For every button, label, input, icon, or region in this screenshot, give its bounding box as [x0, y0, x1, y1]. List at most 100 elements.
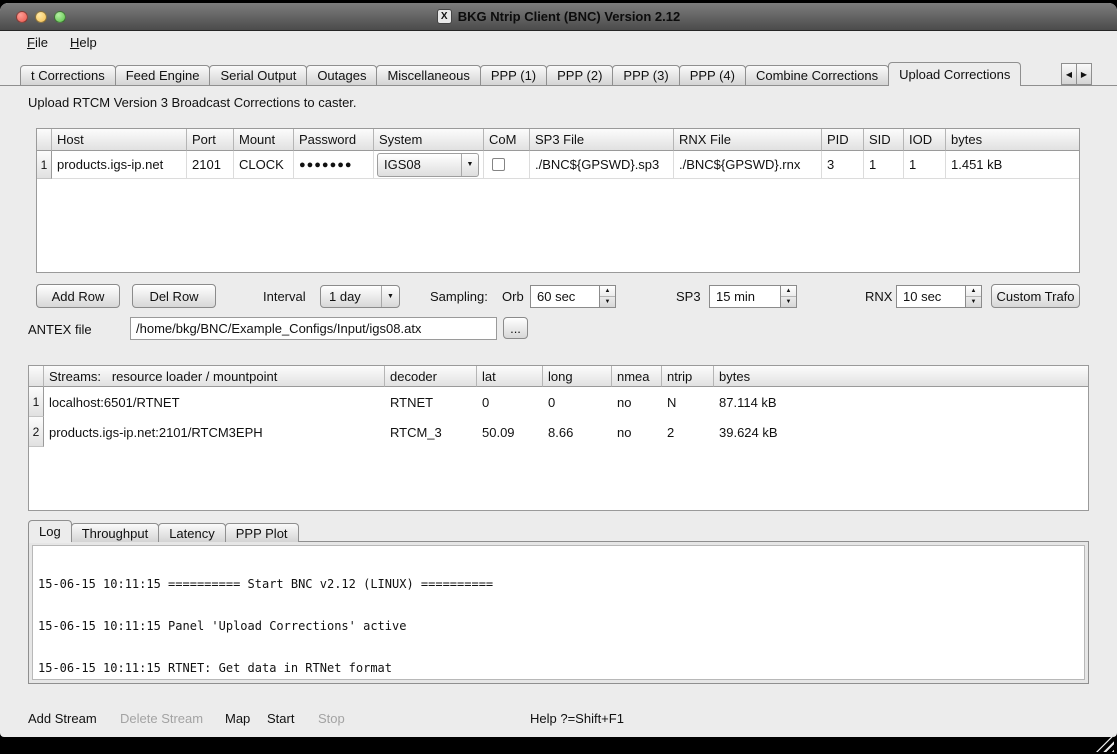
top-tab-bar: t Corrections Feed Engine Serial Output … — [20, 62, 1020, 85]
start-button[interactable]: Start — [267, 705, 294, 731]
title-wrap: X BKG Ntrip Client (BNC) Version 2.12 — [437, 9, 680, 24]
corner-header — [37, 129, 52, 151]
column-header-iod[interactable]: IOD — [904, 129, 946, 151]
spin-down-icon[interactable]: ▼ — [781, 297, 796, 307]
custom-trafo-button[interactable]: Custom Trafo — [991, 284, 1080, 308]
iod-cell[interactable]: 1 — [904, 151, 946, 179]
column-header-ntrip[interactable]: ntrip — [662, 366, 714, 387]
tab-outages[interactable]: Outages — [306, 65, 377, 85]
nmea-cell[interactable]: no — [612, 417, 662, 447]
spin-down-icon[interactable]: ▼ — [600, 297, 615, 307]
add-stream-button[interactable]: Add Stream — [28, 705, 97, 731]
tab-ppp-1[interactable]: PPP (1) — [480, 65, 547, 85]
ntrip-cell[interactable]: 2 — [662, 417, 714, 447]
antex-file-input[interactable]: /home/bkg/BNC/Example_Configs/Input/igs0… — [130, 317, 497, 340]
tab-miscellaneous[interactable]: Miscellaneous — [376, 65, 480, 85]
tab-log[interactable]: Log — [28, 520, 72, 542]
lat-cell[interactable]: 50.09 — [477, 417, 543, 447]
mountpoint-cell[interactable]: localhost:6501/RTNET — [44, 387, 385, 417]
sp3-file-cell[interactable]: ./BNC${GPSWD}.sp3 — [530, 151, 674, 179]
row-number[interactable]: 1 — [37, 151, 52, 179]
password-cell[interactable]: ●●●●●●● — [294, 151, 374, 179]
column-header-bytes[interactable]: bytes — [714, 366, 1088, 387]
column-header-decoder[interactable]: decoder — [385, 366, 477, 387]
delete-stream-button: Delete Stream — [120, 705, 203, 731]
column-header-com[interactable]: CoM — [484, 129, 530, 151]
spin-up-icon[interactable]: ▲ — [966, 286, 981, 297]
row-number[interactable]: 1 — [29, 387, 44, 417]
column-header-rnx-file[interactable]: RNX File — [674, 129, 822, 151]
tab-throughput[interactable]: Throughput — [71, 523, 160, 542]
tab-serial-output[interactable]: Serial Output — [209, 65, 307, 85]
long-cell[interactable]: 0 — [543, 387, 612, 417]
menu-help[interactable]: Help — [61, 33, 106, 52]
menu-file[interactable]: File — [18, 33, 57, 52]
add-row-button[interactable]: Add Row — [36, 284, 120, 308]
log-frame: 15-06-15 10:11:15 ========== Start BNC v… — [28, 541, 1089, 684]
title-bar[interactable]: X BKG Ntrip Client (BNC) Version 2.12 — [0, 3, 1117, 31]
column-header-bytes[interactable]: bytes — [946, 129, 1079, 151]
del-row-button[interactable]: Del Row — [132, 284, 216, 308]
column-header-long[interactable]: long — [543, 366, 612, 387]
spin-down-icon[interactable]: ▼ — [966, 297, 981, 307]
app-window: X BKG Ntrip Client (BNC) Version 2.12 Fi… — [0, 3, 1117, 737]
log-output[interactable]: 15-06-15 10:11:15 ========== Start BNC v… — [32, 545, 1085, 680]
decoder-cell[interactable]: RTNET — [385, 387, 477, 417]
decoder-cell[interactable]: RTCM_3 — [385, 417, 477, 447]
column-header-pid[interactable]: PID — [822, 129, 864, 151]
mount-cell[interactable]: CLOCK — [234, 151, 294, 179]
interval-combobox[interactable]: 1 day ▼ — [320, 285, 400, 308]
tab-scroll-right-button[interactable]: ▶ — [1076, 63, 1092, 85]
pid-cell[interactable]: 3 — [822, 151, 864, 179]
column-header-mountpoint[interactable]: Streams: resource loader / mountpoint — [44, 366, 385, 387]
bottom-tab-bar: Log Throughput Latency PPP Plot — [28, 520, 298, 542]
tab-ppp-plot[interactable]: PPP Plot — [225, 523, 299, 542]
nmea-cell[interactable]: no — [612, 387, 662, 417]
tab-upload-corrections[interactable]: Upload Corrections — [888, 62, 1021, 85]
column-header-system[interactable]: System — [374, 129, 484, 151]
interval-value: 1 day — [321, 289, 381, 304]
column-header-mount[interactable]: Mount — [234, 129, 294, 151]
tab-broadcast-corrections[interactable]: t Corrections — [20, 65, 116, 85]
row-number[interactable]: 2 — [29, 417, 44, 447]
spin-up-icon[interactable]: ▲ — [781, 286, 796, 297]
ntrip-cell[interactable]: N — [662, 387, 714, 417]
tab-ppp-4[interactable]: PPP (4) — [679, 65, 746, 85]
column-header-port[interactable]: Port — [187, 129, 234, 151]
minimize-button[interactable] — [35, 11, 47, 23]
spin-buttons: ▲ ▼ — [599, 286, 615, 307]
tab-latency[interactable]: Latency — [158, 523, 226, 542]
host-cell[interactable]: products.igs-ip.net — [52, 151, 187, 179]
tab-combine-corrections[interactable]: Combine Corrections — [745, 65, 889, 85]
column-header-nmea[interactable]: nmea — [612, 366, 662, 387]
tab-ppp-3[interactable]: PPP (3) — [612, 65, 679, 85]
rnx-sampling-spinbox[interactable]: 10 sec ▲ ▼ — [896, 285, 982, 308]
system-combobox[interactable]: IGS08 ▼ — [377, 153, 479, 177]
column-header-lat[interactable]: lat — [477, 366, 543, 387]
lat-cell[interactable]: 0 — [477, 387, 543, 417]
sp3-sampling-spinbox[interactable]: 15 min ▲ ▼ — [709, 285, 797, 308]
column-header-sp3-file[interactable]: SP3 File — [530, 129, 674, 151]
antex-browse-button[interactable]: ... — [503, 317, 528, 339]
close-button[interactable] — [16, 11, 28, 23]
corner-header — [29, 366, 44, 387]
long-cell[interactable]: 8.66 — [543, 417, 612, 447]
port-cell[interactable]: 2101 — [187, 151, 234, 179]
tab-scroll-left-button[interactable]: ◀ — [1061, 63, 1077, 85]
sp3-sampling-value: 15 min — [710, 286, 780, 307]
rnx-sampling-value: 10 sec — [897, 286, 965, 307]
column-header-host[interactable]: Host — [52, 129, 187, 151]
sid-cell[interactable]: 1 — [864, 151, 904, 179]
map-button[interactable]: Map — [225, 705, 250, 731]
zoom-button[interactable] — [54, 11, 66, 23]
tab-ppp-2[interactable]: PPP (2) — [546, 65, 613, 85]
com-checkbox[interactable] — [492, 158, 505, 171]
action-bar: Add Stream Delete Stream Map Start Stop … — [0, 705, 1117, 731]
spin-up-icon[interactable]: ▲ — [600, 286, 615, 297]
column-header-sid[interactable]: SID — [864, 129, 904, 151]
column-header-password[interactable]: Password — [294, 129, 374, 151]
orb-sampling-spinbox[interactable]: 60 sec ▲ ▼ — [530, 285, 616, 308]
mountpoint-cell[interactable]: products.igs-ip.net:2101/RTCM3EPH — [44, 417, 385, 447]
tab-feed-engine[interactable]: Feed Engine — [115, 65, 211, 85]
rnx-file-cell[interactable]: ./BNC${GPSWD}.rnx — [674, 151, 822, 179]
